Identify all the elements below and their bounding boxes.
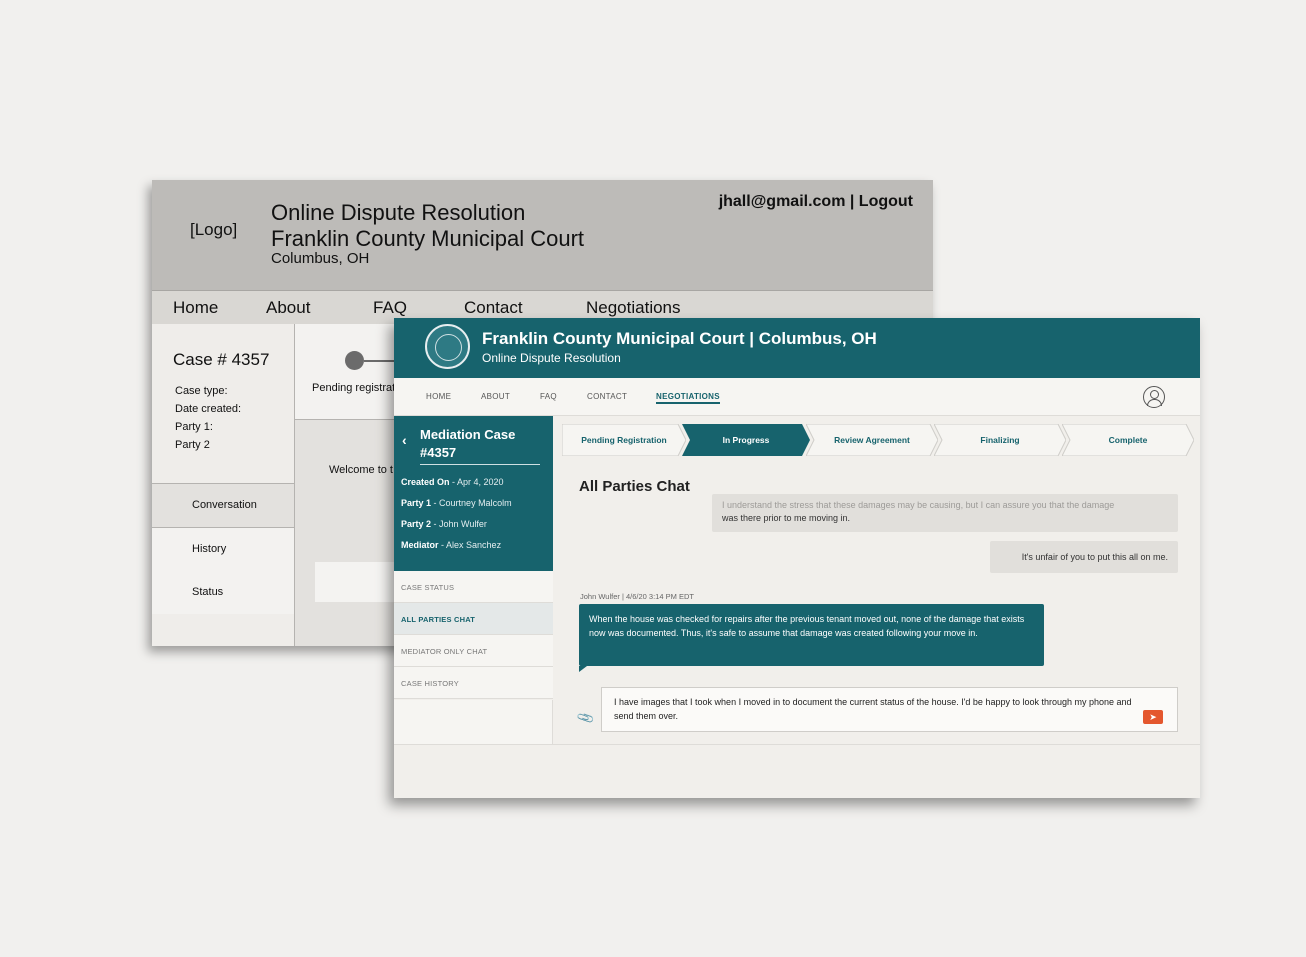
sidebar-item-case-status[interactable]: CASE STATUS: [394, 571, 553, 603]
chevron-left-icon[interactable]: ‹: [402, 432, 407, 448]
hifi-nav: HOME ABOUT FAQ CONTACT NEGOTIATIONS: [394, 378, 1200, 416]
nav-home[interactable]: HOME: [426, 392, 451, 401]
message-meta: John Wulfer | 4/6/20 3:14 PM EDT: [580, 592, 694, 601]
meta-party1: Party 1 - Courtney Malcolm: [401, 498, 512, 508]
progress-step-dot: [345, 351, 364, 370]
message-text: It's unfair of you to put this all on me…: [1021, 552, 1168, 562]
chat-message: It's unfair of you to put this all on me…: [990, 541, 1178, 573]
sidebar-item-history[interactable]: History: [152, 528, 295, 572]
step-review-agreement[interactable]: Review Agreement: [806, 424, 938, 456]
court-seal-icon: [425, 324, 470, 369]
welcome-text: Welcome to t: [329, 464, 393, 476]
meta-mediator: Mediator - Alex Sanchez: [401, 540, 502, 550]
nav-negotiations[interactable]: Negotiations: [586, 298, 681, 318]
user-logout-link[interactable]: jhall@gmail.com | Logout: [719, 193, 913, 211]
chat-message-own: When the house was checked for repairs a…: [579, 604, 1044, 672]
header-subtitle: Online Dispute Resolution: [482, 351, 621, 365]
nav-faq[interactable]: FAQ: [540, 392, 557, 401]
nav-faq[interactable]: FAQ: [373, 298, 407, 318]
court-location: Columbus, OH: [271, 250, 370, 267]
meta-party2: Party 2 - John Wulfer: [401, 519, 487, 529]
step-in-progress[interactable]: In Progress: [682, 424, 810, 456]
hifi-screen: Franklin County Municipal Court | Columb…: [394, 318, 1200, 798]
court-name: Franklin County Municipal Court: [271, 226, 585, 251]
paperclip-icon[interactable]: 📎: [576, 708, 596, 728]
chat-message: I understand the stress that these damag…: [712, 494, 1178, 532]
sidebar-item-status[interactable]: Status: [152, 571, 295, 615]
header-title: Franklin County Municipal Court | Columb…: [482, 329, 877, 348]
case-info-panel: Case # 4357 Case type: Date created: Par…: [152, 324, 295, 484]
step-complete[interactable]: Complete: [1062, 424, 1194, 456]
faded-message-text: I understand the stress that these damag…: [722, 500, 1115, 510]
sidebar-filler: [394, 700, 553, 744]
nav-about[interactable]: ABOUT: [481, 392, 510, 401]
case-summary-panel: ‹ Mediation Case #4357 Created On - Apr …: [394, 416, 553, 571]
message-input-placeholder[interactable]: [315, 562, 405, 602]
sidebar-filler: [152, 614, 295, 646]
sidebar-item-case-history[interactable]: CASE HISTORY: [394, 667, 553, 699]
message-text: was there prior to me moving in.: [722, 513, 851, 523]
message-text: When the house was checked for repairs a…: [589, 614, 1025, 638]
site-title: Online Dispute Resolution: [271, 200, 526, 225]
sidebar-item-mediator-only-chat[interactable]: MEDIATOR ONLY CHAT: [394, 635, 553, 667]
sidebar-item-conversation[interactable]: Conversation: [152, 484, 295, 528]
wireframe-header: [Logo] Online Dispute Resolution Frankli…: [152, 180, 933, 290]
case-title: Case # 4357: [173, 350, 270, 369]
case-title: Mediation Case #4357: [420, 427, 516, 460]
message-input[interactable]: I have images that I took when I moved i…: [601, 687, 1178, 732]
progress-step-label: Pending registrat: [312, 382, 396, 394]
sidebar-item-all-parties-chat[interactable]: ALL PARTIES CHAT: [394, 603, 553, 635]
case-type-label: Case type:: [175, 385, 228, 397]
date-created-label: Date created:: [175, 403, 242, 415]
nav-home[interactable]: Home: [173, 298, 218, 318]
divider: [394, 744, 1200, 745]
nav-contact[interactable]: CONTACT: [587, 392, 627, 401]
divider: [420, 464, 540, 465]
chat-title: All Parties Chat: [579, 478, 690, 495]
send-icon[interactable]: ➤: [1143, 710, 1163, 724]
nav-contact[interactable]: Contact: [464, 298, 523, 318]
party1-label: Party 1:: [175, 421, 213, 433]
meta-created: Created On - Apr 4, 2020: [401, 477, 504, 487]
user-avatar-icon[interactable]: [1143, 386, 1165, 408]
step-finalizing[interactable]: Finalizing: [934, 424, 1066, 456]
hifi-header: Franklin County Municipal Court | Columb…: [394, 318, 1200, 378]
logo-placeholder: [Logo]: [190, 220, 238, 239]
nav-negotiations[interactable]: NEGOTIATIONS: [656, 392, 720, 404]
step-pending-registration[interactable]: Pending Registration: [562, 424, 686, 456]
nav-about[interactable]: About: [266, 298, 310, 318]
party2-label: Party 2: [175, 439, 210, 451]
